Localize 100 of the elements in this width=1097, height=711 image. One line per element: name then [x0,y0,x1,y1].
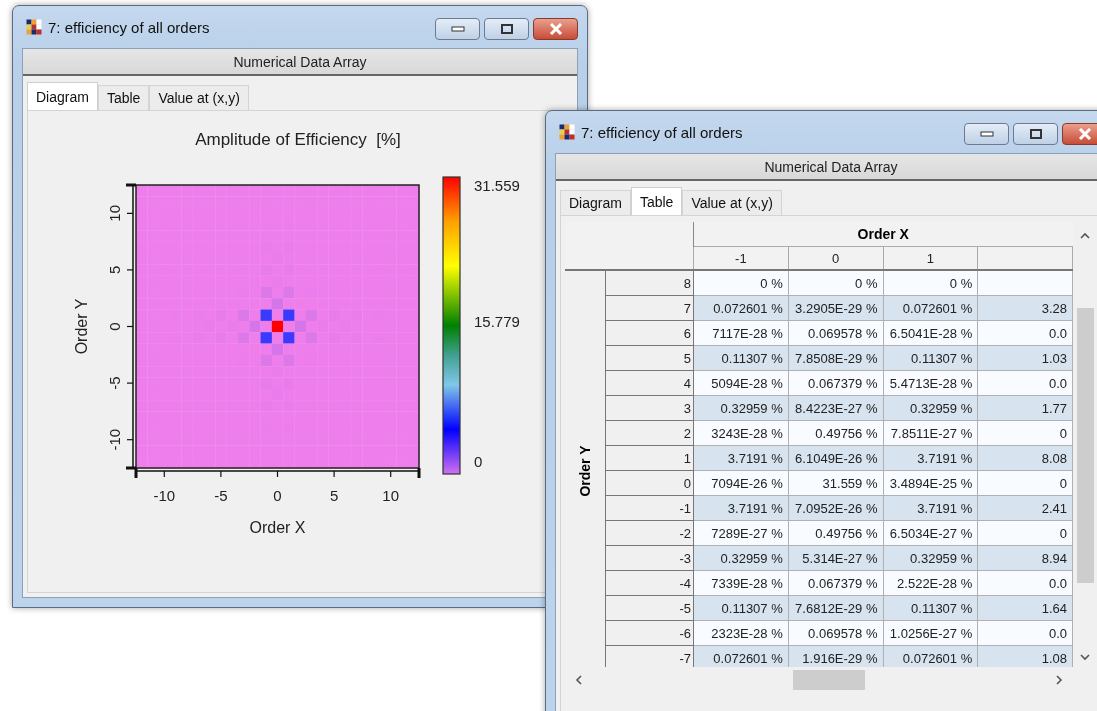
table-cell: 0.32959 % [693,395,789,421]
row-group-header: Order Y [576,445,593,497]
table-cell: 0.11307 % [693,345,789,371]
tab[interactable]: Value at (x,y) [682,190,782,215]
tick-label: 5 [329,487,339,504]
tick-label: -5 [214,487,228,504]
table-cell: 2323E-28 % [693,620,789,646]
table-cell: 3.7191 % [693,495,789,521]
axis-label: Order Y [73,298,90,355]
table-cell: 1.64 [977,595,1073,621]
table-cell: 0.072601 % [693,295,789,321]
table-cell: 0.0 [977,620,1073,646]
table-cell: 0 % [788,270,883,296]
table-cell: 3.7191 % [693,445,789,471]
table-cell: 8.08 [977,445,1073,471]
table-cell: 5094E-28 % [693,370,789,396]
table-cell: 0.32959 % [883,395,978,421]
table-cell: 7.8508E-29 % [788,345,883,371]
table-cell: 6.1049E-26 % [788,445,883,471]
tick-label: 5 [106,265,123,275]
column-group-header: Order X [693,222,1073,247]
table-cell: 0.0 [977,370,1073,396]
table-cell: 7339E-28 % [693,570,789,596]
window-title: 7: efficiency of all orders [581,123,744,141]
tick-label: 0 [273,487,282,504]
row-header: 6 [605,320,694,346]
row-header: -6 [605,620,694,646]
table-cell: 3.4894E-25 % [883,470,978,496]
column-header[interactable]: 0 [788,246,883,270]
table-cell: 3.28 [977,295,1073,321]
table-cell: 0.067379 % [788,570,883,596]
table-cell: 1.03 [977,345,1073,371]
tab[interactable]: Table [97,85,150,110]
table-cell: 0.0 [977,320,1073,346]
minimize-button[interactable] [964,123,1009,145]
tab[interactable]: Diagram [27,82,98,110]
row-header: 7 [605,295,694,321]
tick-label: 10 [382,487,400,504]
row-header: 1 [605,445,694,471]
tick-label: -10 [106,428,123,451]
table-cell: 7.8511E-27 % [883,420,978,446]
maximize-button[interactable] [484,18,529,40]
chevron-down-icon [1079,651,1091,663]
window-icon [559,124,575,140]
tab[interactable]: Table [630,187,683,215]
table-cell: 0.49756 % [788,520,883,546]
table-cell: 5.314E-27 % [788,545,883,571]
table-cell: 0.067379 % [788,370,883,396]
table-cell: 0.11307 % [693,595,789,621]
scrollbar-thumb[interactable] [1076,308,1094,583]
tab[interactable]: Value at (x,y) [149,85,249,110]
tab[interactable]: Diagram [560,190,631,215]
row-header: 3 [605,395,694,421]
table-cell: 0.32959 % [693,545,789,571]
table-cell: 0.11307 % [883,595,978,621]
table-cell: 1.0256E-27 % [883,620,978,646]
table-cell: 3243E-28 % [693,420,789,446]
column-header[interactable]: 1 [883,246,978,270]
colorbar-label: 31.559 [474,177,520,194]
maximize-icon [1029,129,1042,139]
table-cell: 3.2905E-29 % [788,295,883,321]
table-cell: 0 % [883,270,978,296]
row-header: 5 [605,345,694,371]
table-cell: 3.7191 % [883,495,978,521]
minimize-button[interactable] [435,18,480,40]
table-cell: 0 [977,520,1073,546]
maximize-button[interactable] [1013,123,1058,145]
close-icon [548,23,563,35]
table-cell: 2.522E-28 % [883,570,978,596]
maximize-icon [500,24,513,34]
table-cell: 0 [977,470,1073,496]
row-header: 4 [605,370,694,396]
close-button[interactable] [533,18,578,40]
window-title: 7: efficiency of all orders [48,18,211,36]
colorbar-label: 0 [474,453,483,470]
column-header[interactable]: -1 [693,246,789,270]
tick-label: -5 [106,376,123,390]
row-header: -2 [605,520,694,546]
chevron-right-icon [1053,674,1065,686]
table-cell: 2.41 [977,495,1073,521]
scrollbar-thumb[interactable] [793,670,865,690]
row-header: -5 [605,595,694,621]
table-cell: 0 [977,420,1073,446]
row-header: 2 [605,420,694,446]
table-cell: 0.069578 % [788,620,883,646]
table-cell: 31.559 % [788,470,883,496]
table-cell: 7.6812E-29 % [788,595,883,621]
row-header: -3 [605,545,694,571]
panel-header: Numerical Data Array [556,154,1097,181]
chevron-left-icon [573,674,585,686]
table-cell: 8.4223E-27 % [788,395,883,421]
row-header: -1 [605,495,694,521]
axis-label: Order X [249,519,306,536]
table-cell: 6.5041E-28 % [883,320,978,346]
tick-label: 0 [106,322,123,331]
table-cell: 0.069578 % [788,320,883,346]
table-cell: 0.11307 % [883,345,978,371]
window-icon [26,19,42,35]
minimize-icon [450,25,465,33]
close-button[interactable] [1062,123,1097,145]
